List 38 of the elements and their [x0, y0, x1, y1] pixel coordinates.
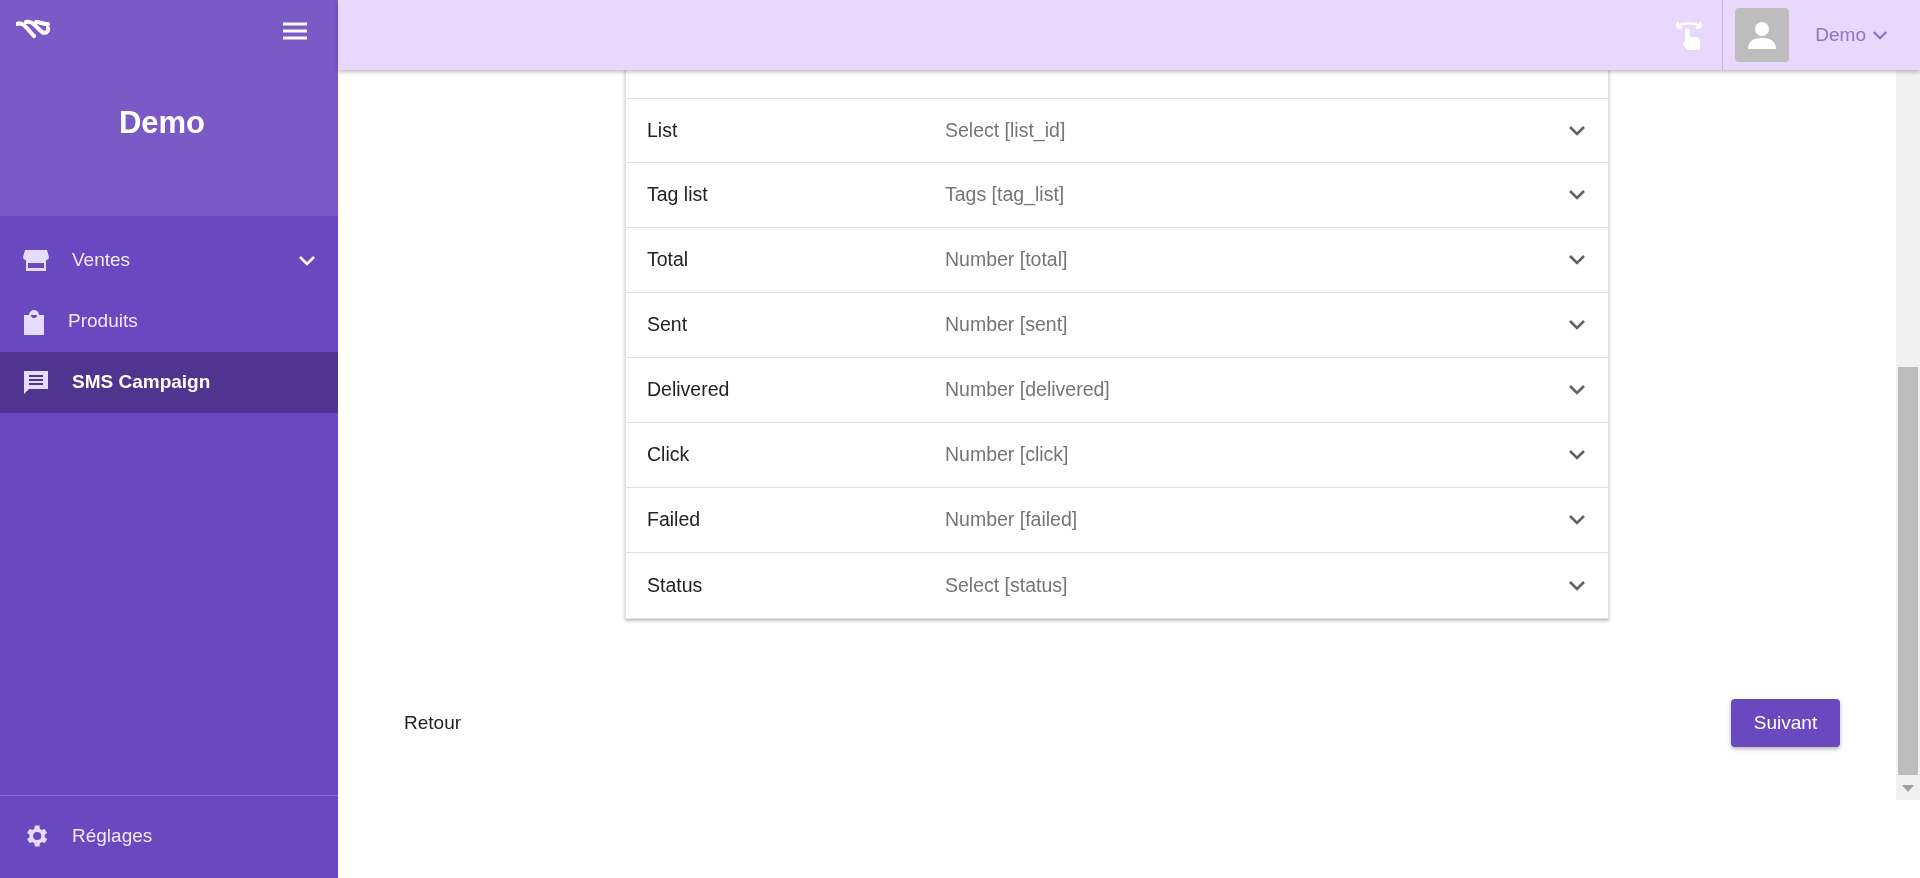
- field-placeholder[interactable]: Select [list_id]: [945, 118, 1066, 141]
- back-button[interactable]: Retour: [404, 708, 462, 738]
- field-label: List: [647, 117, 679, 143]
- chevron-down-icon[interactable]: [1568, 189, 1586, 201]
- person-icon: [1747, 20, 1778, 50]
- app-title: Demo: [117, 104, 207, 142]
- field-placeholder[interactable]: Number [failed]: [945, 508, 1078, 531]
- field-label: Status: [647, 572, 704, 598]
- field-placeholder[interactable]: Number [delivered]: [945, 378, 1110, 401]
- field-placeholder[interactable]: Select [status]: [945, 573, 1068, 596]
- field-label: Total: [647, 247, 690, 273]
- sidebar-item[interactable]: Produits: [0, 291, 338, 352]
- field-label: Tag list: [647, 182, 709, 208]
- chevron-down-icon[interactable]: [1568, 449, 1586, 461]
- chevron-down-icon[interactable]: [1568, 124, 1586, 137]
- sidebar-item[interactable]: Ventes: [0, 230, 338, 291]
- sidebar-item[interactable]: Réglages: [0, 796, 338, 876]
- user-menu-button[interactable]: Demo: [1809, 19, 1894, 51]
- field-label: Click: [647, 442, 691, 468]
- field-placeholder[interactable]: Number [sent]: [945, 313, 1068, 336]
- field-placeholder[interactable]: Number [click]: [945, 443, 1069, 466]
- chevron-down-icon[interactable]: [1568, 514, 1586, 526]
- field-label: Delivered: [647, 377, 731, 403]
- store-icon: [22, 247, 50, 274]
- scrollbar[interactable]: [1896, 70, 1920, 800]
- chevron-down-icon: [298, 254, 316, 267]
- field-label: Sent: [647, 312, 689, 338]
- sidebar-item[interactable]: SMS Campaign: [0, 352, 338, 413]
- chevron-down-icon[interactable]: [1568, 579, 1586, 592]
- chevron-down-icon[interactable]: [1568, 254, 1586, 266]
- field-placeholder[interactable]: Number [total]: [945, 248, 1068, 271]
- chat-icon: [22, 368, 50, 397]
- field-label: Failed: [647, 507, 702, 533]
- chevron-down-icon[interactable]: [1568, 319, 1586, 331]
- chevron-down-icon: [1872, 29, 1888, 41]
- field-placeholder[interactable]: Tags [tag_list]: [945, 183, 1065, 206]
- next-button[interactable]: Suivant: [1731, 699, 1840, 747]
- chevron-down-icon[interactable]: [1568, 384, 1586, 396]
